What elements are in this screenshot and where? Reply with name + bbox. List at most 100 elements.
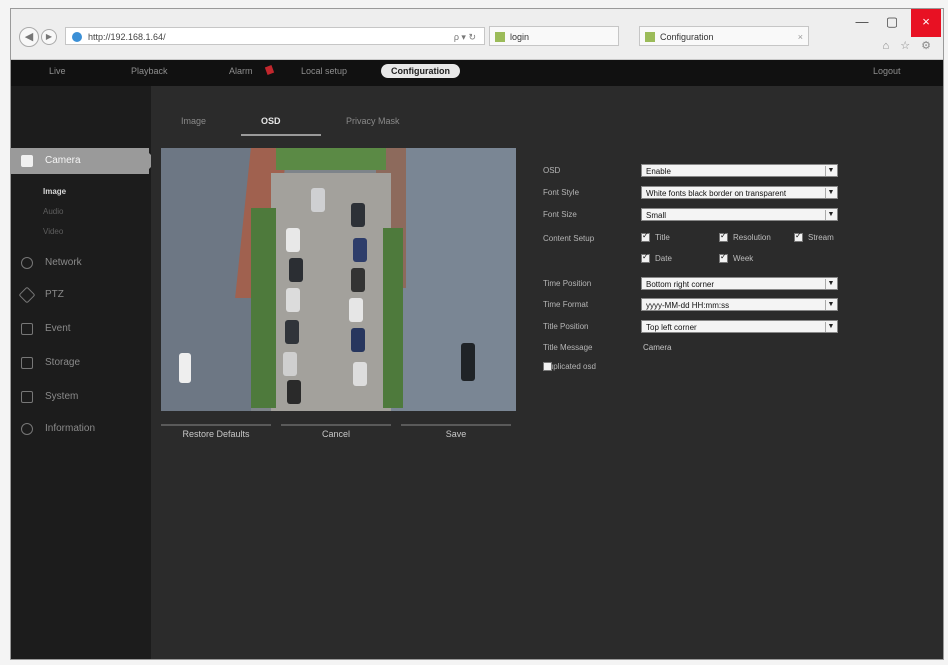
font-style-select[interactable]: White fonts black border on transparent ▼ (641, 186, 838, 199)
tab-search-label: login (510, 32, 530, 42)
address-tools[interactable]: ρ ▾ ↻ (454, 28, 476, 46)
font-size-select[interactable]: Small ▼ (641, 208, 838, 221)
car (179, 353, 191, 383)
browser-logo-icon (72, 32, 82, 42)
nav-configuration[interactable]: Configuration (381, 64, 460, 78)
save-button[interactable]: Save (401, 424, 511, 442)
time-format-select[interactable]: yyyy-MM-dd HH:mm:ss ▼ (641, 298, 838, 311)
car (349, 298, 363, 322)
hedge-left (251, 208, 276, 408)
car (285, 320, 299, 344)
title-message-label: Title Message (543, 343, 593, 352)
building-right (391, 148, 516, 411)
ptz-icon (18, 286, 36, 304)
chevron-down-icon: ▼ (825, 300, 836, 310)
storage-icon (21, 357, 33, 369)
osd-label: OSD (543, 166, 561, 175)
sidebar-item-event[interactable]: Event (11, 316, 151, 342)
font-style-value: White fonts black border on transparent (646, 189, 787, 198)
resolution-checkbox[interactable]: Resolution (719, 231, 771, 242)
sidebar-subitem-audio[interactable]: Audio (43, 207, 63, 216)
nav-logout[interactable]: Logout (873, 66, 901, 76)
tab-search[interactable]: login (489, 26, 619, 46)
maximize-button[interactable]: ▢ (877, 9, 907, 37)
week-checkbox[interactable]: Week (719, 252, 753, 263)
chevron-down-icon: ▼ (825, 279, 836, 289)
sidebar-item-label: Camera (45, 155, 81, 166)
top-nav: Live Playback Alarm Local setup Configur… (11, 60, 943, 86)
tab-osd[interactable]: OSD (261, 116, 281, 126)
nav-local-setup[interactable]: Local setup (301, 66, 347, 76)
sidebar-item-information[interactable]: Information (11, 416, 151, 442)
nav-playback[interactable]: Playback (131, 66, 168, 76)
network-icon (21, 257, 33, 269)
sidebar-item-system[interactable]: System (11, 384, 151, 410)
time-format-value: yyyy-MM-dd HH:mm:ss (646, 301, 730, 310)
content-setup-label: Content Setup (543, 234, 595, 243)
sidebar-item-storage[interactable]: Storage (11, 350, 151, 376)
sidebar-item-camera[interactable]: Camera (11, 148, 157, 174)
time-format-label: Time Format (543, 300, 589, 309)
cancel-button[interactable]: Cancel (281, 424, 391, 442)
sidebar-item-label: Network (45, 257, 82, 268)
font-style-label: Font Style (543, 188, 580, 197)
car (353, 362, 367, 386)
duplicated-osd-label[interactable]: Duplicated osd (543, 362, 596, 371)
tab-configuration-label: Configuration (660, 32, 714, 42)
osd-select[interactable]: Enable ▼ (641, 164, 838, 177)
sidebar-item-label: System (45, 391, 79, 402)
chevron-down-icon: ▼ (825, 210, 836, 220)
car (461, 343, 475, 381)
tab-favicon-icon (495, 32, 505, 42)
sidebar-item-network[interactable]: Network (11, 250, 151, 276)
car (351, 328, 365, 352)
time-position-label: Time Position (543, 279, 592, 288)
tab-close-icon[interactable]: × (798, 27, 803, 47)
system-icon (21, 391, 33, 403)
car (353, 238, 367, 262)
main-panel: Image OSD Privacy Mask Restore Defaults … (151, 86, 943, 659)
stream-checkbox[interactable]: Stream (794, 231, 834, 242)
back-button[interactable]: ◀ (19, 27, 39, 47)
sidebar-item-label: PTZ (45, 289, 64, 300)
tab-privacy-mask[interactable]: Privacy Mask (346, 116, 400, 126)
alarm-bell-icon (264, 66, 274, 76)
car (289, 258, 303, 282)
title-position-select[interactable]: Top left corner ▼ (641, 320, 838, 333)
car (287, 380, 301, 404)
sidebar-subitem-image[interactable]: Image (43, 187, 66, 196)
browser-toolbar-icons[interactable]: ⌂ ☆ ⚙ (883, 39, 935, 52)
active-tab-indicator (241, 134, 321, 136)
font-size-value: Small (646, 211, 667, 220)
tab-favicon-icon (645, 32, 655, 42)
browser-chrome: ◀ ▶ http://192.168.1.64/ ρ ▾ ↻ login Con… (11, 9, 943, 60)
car (351, 203, 365, 227)
date-checkbox[interactable]: Date (641, 252, 672, 263)
sidebar-item-ptz[interactable]: PTZ (11, 282, 151, 308)
sidebar-item-label: Storage (45, 357, 81, 368)
car (311, 188, 325, 212)
car (286, 228, 300, 252)
osd-value: Enable (646, 167, 671, 176)
time-position-select[interactable]: Bottom right corner ▼ (641, 277, 838, 290)
nav-alarm[interactable]: Alarm (229, 66, 253, 76)
car (283, 352, 297, 376)
sidebar-item-label: Event (45, 323, 71, 334)
car (351, 268, 365, 292)
close-button[interactable]: × (911, 9, 941, 37)
nav-live[interactable]: Live (49, 66, 66, 76)
title-message-input[interactable]: Camera (643, 343, 671, 352)
title-position-label: Title Position (543, 322, 589, 331)
forward-button[interactable]: ▶ (41, 29, 57, 45)
tab-image[interactable]: Image (181, 116, 206, 126)
address-bar[interactable]: http://192.168.1.64/ ρ ▾ ↻ (65, 27, 485, 45)
trees-top (276, 148, 386, 170)
information-icon (21, 423, 33, 435)
minimize-button[interactable]: — (847, 9, 877, 37)
tab-configuration[interactable]: Configuration × (639, 26, 809, 46)
sidebar-subitem-video[interactable]: Video (43, 227, 63, 236)
title-checkbox[interactable]: Title (641, 231, 670, 242)
time-position-value: Bottom right corner (646, 280, 715, 289)
restore-defaults-button[interactable]: Restore Defaults (161, 424, 271, 442)
sidebar-item-label: Information (45, 423, 96, 434)
